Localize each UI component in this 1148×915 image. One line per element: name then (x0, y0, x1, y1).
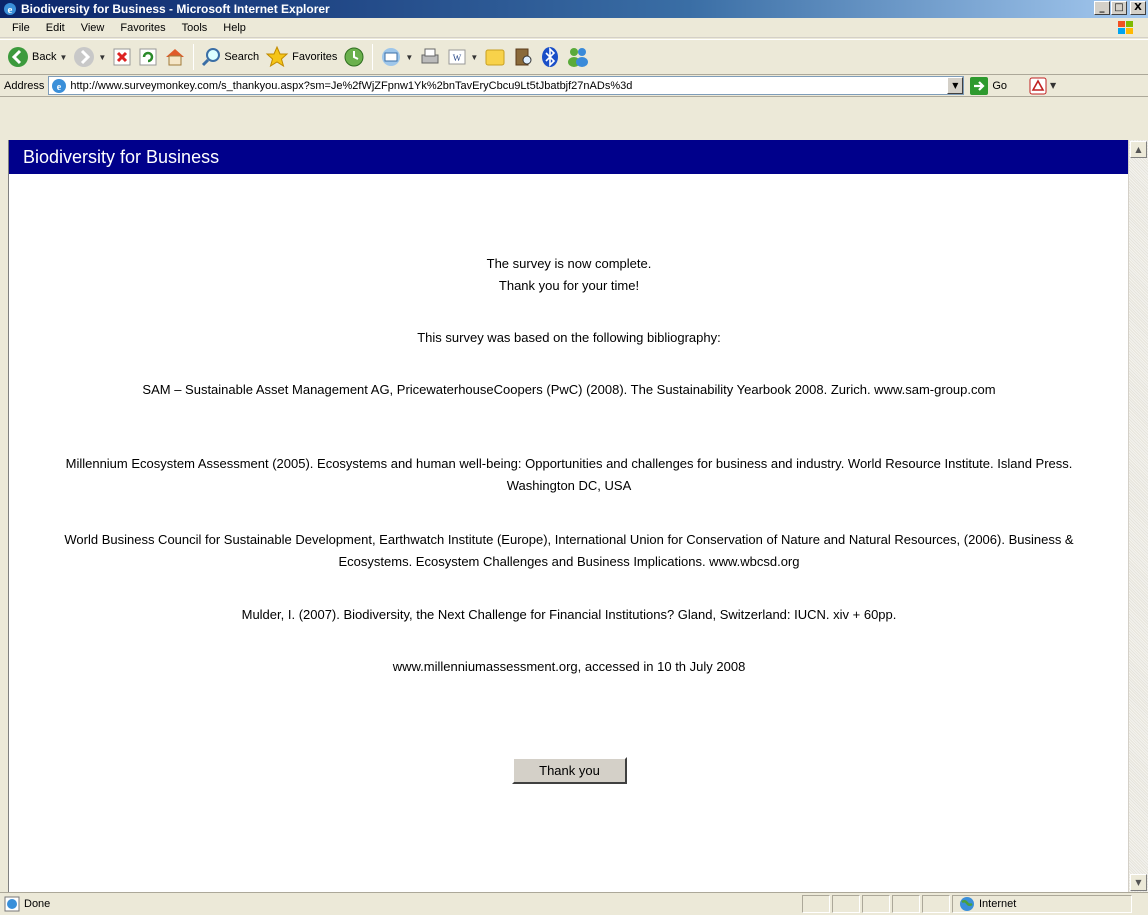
page-banner: Biodiversity for Business (9, 140, 1128, 174)
refresh-icon (139, 48, 157, 66)
acrobat-button[interactable]: ▼ (1029, 77, 1056, 95)
zone-label: Internet (979, 898, 1017, 910)
bibliography-intro: This survey was based on the following b… (417, 330, 721, 345)
page-done-icon (4, 896, 20, 912)
status-panel (862, 895, 890, 913)
status-message: Done (0, 896, 800, 912)
back-button[interactable]: Back ▼ (4, 42, 70, 72)
svg-text:W: W (453, 53, 462, 63)
history-icon (344, 47, 364, 67)
back-label: Back (32, 51, 57, 63)
globe-icon (960, 897, 974, 911)
word-document-icon: W (448, 49, 466, 65)
back-arrow-icon (8, 47, 28, 67)
go-button[interactable]: Go (970, 76, 1008, 95)
back-dropdown-icon[interactable]: ▼ (59, 53, 67, 62)
mail-dropdown-icon[interactable]: ▼ (405, 53, 413, 62)
address-label: Address (4, 79, 45, 92)
acrobat-icon (1029, 77, 1047, 94)
print-button[interactable] (416, 42, 444, 72)
acrobat-dropdown-icon[interactable]: ▼ (1050, 81, 1056, 90)
vertical-scrollbar[interactable]: ▲ ▼ (1128, 140, 1148, 892)
scroll-up-button[interactable]: ▲ (1130, 141, 1147, 158)
page-banner-title: Biodiversity for Business (23, 146, 220, 167)
minimize-button[interactable]: _ (1094, 1, 1110, 15)
status-panel (832, 895, 860, 913)
home-button[interactable] (161, 42, 189, 72)
search-label: Search (224, 51, 260, 63)
status-text: Done (24, 898, 51, 910)
bluetooth-icon (542, 47, 559, 67)
scroll-down-button[interactable]: ▼ (1130, 874, 1147, 891)
messenger-icon (568, 48, 589, 67)
menu-bar: File Edit View Favorites Tools Help (0, 18, 1148, 38)
search-button[interactable]: Search (198, 42, 262, 72)
page-icon: e (52, 78, 67, 93)
window-title-bar[interactable]: e Biodiversity for Business - Microsoft … (0, 0, 1148, 18)
status-panel (922, 895, 950, 913)
thank-you-button[interactable]: Thank you (512, 757, 627, 784)
forward-arrow-icon (74, 47, 95, 67)
address-input[interactable]: e http://www.surveymonkey.com/s_thankyou… (48, 76, 965, 95)
forward-dropdown-icon[interactable]: ▼ (98, 53, 106, 62)
address-bar: Address e http://www.surveymonkey.com/s_… (0, 75, 1148, 97)
go-label: Go (992, 79, 1008, 92)
stop-icon (113, 48, 131, 66)
standard-toolbar: Back ▼ ▼ Search Favorites ▼ W ▼ (0, 39, 1148, 75)
research-button[interactable] (509, 42, 537, 72)
mail-button[interactable]: ▼ (377, 42, 416, 72)
security-zone[interactable]: Internet (952, 895, 1132, 913)
reference-wbcsd: World Business Council for Sustainable D… (64, 532, 1074, 569)
status-panel (802, 895, 830, 913)
internet-explorer-icon: e (4, 3, 16, 16)
bluetooth-button[interactable] (537, 42, 563, 72)
svg-text:e: e (8, 4, 13, 16)
window-controls: _ □ X (1094, 1, 1146, 15)
discuss-button[interactable] (481, 42, 509, 72)
stop-button[interactable] (109, 42, 135, 72)
reference-sam: SAM – Sustainable Asset Management AG, P… (142, 382, 996, 397)
research-icon (515, 48, 532, 66)
menu-tools[interactable]: Tools (174, 22, 216, 34)
toolbar-separator (193, 44, 195, 70)
windows-logo-icon (1108, 19, 1144, 37)
reference-millenniumassessment: www.millenniumassessment.org, accessed i… (392, 659, 746, 674)
menu-favorites[interactable]: Favorites (112, 22, 173, 34)
toolbar-separator (372, 44, 374, 70)
menu-edit[interactable]: Edit (38, 22, 73, 34)
favorites-label: Favorites (292, 51, 338, 63)
folder-icon (485, 49, 505, 66)
menu-file[interactable]: File (4, 22, 38, 34)
menu-help[interactable]: Help (215, 22, 254, 34)
messenger-button[interactable] (563, 42, 593, 72)
forward-button[interactable]: ▼ (70, 42, 109, 72)
status-bar: Done Internet (0, 892, 1148, 915)
address-dropdown-icon[interactable]: ▼ (947, 77, 964, 94)
menu-view[interactable]: View (73, 22, 113, 34)
star-icon (265, 45, 289, 68)
reference-mulder: Mulder, I. (2007). Biodiversity, the Nex… (241, 607, 897, 622)
thanks-line: Thank you for your time! (498, 278, 640, 293)
mail-icon (382, 48, 401, 66)
home-icon (166, 49, 185, 66)
page-content: Biodiversity for Business The survey is … (8, 140, 1128, 892)
status-panel (892, 895, 920, 913)
edit-button[interactable]: W ▼ (444, 42, 481, 72)
maximize-button[interactable]: □ (1111, 1, 1127, 15)
url-text[interactable]: http://www.surveymonkey.com/s_thankyou.a… (70, 80, 632, 92)
completion-line: The survey is now complete. (486, 256, 652, 271)
refresh-button[interactable] (135, 42, 161, 72)
completion-message: The survey is now complete. Thank you fo… (39, 253, 1099, 297)
favorites-button[interactable]: Favorites (262, 42, 340, 72)
reference-millennium: Millennium Ecosystem Assessment (2005). … (65, 456, 1073, 493)
history-button[interactable] (340, 42, 368, 72)
svg-text:e: e (57, 82, 62, 93)
close-button[interactable]: X (1130, 1, 1146, 15)
search-icon (202, 48, 221, 67)
window-title: Biodiversity for Business - Microsoft In… (21, 2, 330, 16)
edit-dropdown-icon[interactable]: ▼ (470, 53, 478, 62)
printer-icon (421, 48, 439, 64)
go-arrow-icon (970, 76, 989, 95)
